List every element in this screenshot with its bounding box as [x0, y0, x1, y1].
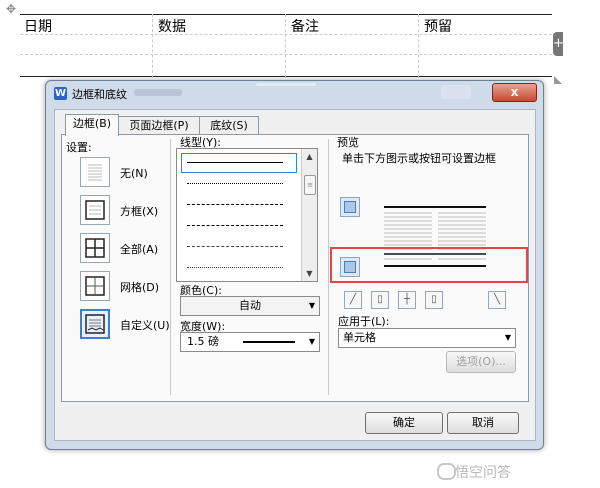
setting-custom-icon[interactable] — [80, 309, 110, 339]
border-top-icon — [344, 201, 356, 213]
blurred-title-button — [441, 85, 471, 99]
setting-box-glyph — [85, 200, 105, 220]
line-style-dotted[interactable] — [187, 183, 283, 184]
document-table: 日期 数据 备注 预留 — [20, 14, 552, 78]
setting-all-glyph — [85, 238, 105, 258]
chevron-down-icon: ▼ — [504, 333, 511, 342]
table-move-handle[interactable]: ✥ — [6, 2, 16, 16]
setting-grid-label[interactable]: 网格(D) — [120, 279, 159, 295]
line-style-dashed[interactable] — [187, 204, 283, 205]
line-style-selection[interactable] — [181, 153, 297, 173]
tab-borders[interactable]: 边框(B) — [65, 114, 119, 136]
setting-custom-glyph — [85, 314, 105, 334]
setting-box-icon[interactable] — [80, 195, 110, 225]
blurred-title-text — [134, 89, 182, 96]
right-border-icon[interactable]: ▯ — [425, 291, 443, 309]
chevron-down-icon: ▼ — [308, 301, 315, 310]
table-col-line — [418, 14, 419, 78]
line-style-long-dash[interactable] — [187, 225, 283, 226]
borders-shading-dialog: W 边框和底纹 x 边框(B) 页面边框(P) 底纹(S) 设置: 无(N) 方… — [45, 80, 544, 450]
setting-none-glyph — [88, 164, 102, 181]
highlight-annotation-box — [330, 247, 528, 283]
scroll-down-icon[interactable]: ▼ — [304, 268, 315, 279]
tab-shading[interactable]: 底纹(S) — [199, 116, 259, 135]
line-style-dash-dot[interactable] — [187, 246, 283, 247]
table-border-bottom — [20, 76, 552, 77]
preview-label: 预览 — [337, 136, 359, 149]
add-column-button[interactable]: + — [553, 32, 564, 56]
options-button[interactable]: 选项(O)... — [446, 351, 516, 373]
setting-custom-label[interactable]: 自定义(U) — [120, 317, 170, 333]
left-border-icon[interactable]: ▯ — [371, 291, 389, 309]
color-value: 自动 — [239, 299, 261, 312]
apply-to-dropdown[interactable]: 单元格 ▼ — [338, 328, 516, 348]
column-divider — [170, 139, 171, 395]
line-style-solid[interactable] — [187, 162, 283, 163]
column-divider — [328, 139, 329, 395]
diagonal-down-border-icon[interactable]: ╱ — [344, 291, 362, 309]
table-header-cell[interactable]: 日期 — [24, 16, 52, 36]
table-header-cell[interactable]: 备注 — [291, 16, 319, 36]
color-dropdown[interactable]: 自动 ▼ — [180, 296, 320, 316]
table-row-line — [20, 34, 552, 35]
inside-vertical-border-icon[interactable]: ┼ — [398, 291, 416, 309]
watermark-logo-icon — [437, 463, 456, 480]
dialog-titlebar[interactable]: W 边框和底纹 x — [46, 81, 543, 103]
tab-page-borders[interactable]: 页面边框(P) — [118, 116, 200, 135]
watermark-text: 悟空问答 — [455, 465, 511, 481]
setting-box-label[interactable]: 方框(X) — [120, 203, 158, 219]
setting-grid-icon[interactable] — [80, 271, 110, 301]
width-line-sample — [243, 341, 295, 343]
dialog-content: 边框(B) 页面边框(P) 底纹(S) 设置: 无(N) 方框(X) 全部(A)… — [54, 109, 536, 441]
line-style-dash-dot-dot[interactable] — [187, 267, 283, 268]
setting-none-icon[interactable] — [80, 157, 110, 187]
apply-to-label: 应用于(L): — [338, 315, 390, 328]
table-resize-handle[interactable] — [554, 76, 562, 84]
preview-hint: 单击下方图示或按钮可设置边框 — [342, 152, 496, 165]
setting-all-label[interactable]: 全部(A) — [120, 241, 158, 257]
dialog-title: 边框和底纹 — [72, 88, 127, 101]
table-header-cell[interactable]: 数据 — [158, 16, 186, 36]
borders-tab-panel: 设置: 无(N) 方框(X) 全部(A) 网格(D) 自定义(U) 线型(Y):… — [61, 134, 529, 402]
table-col-line — [152, 14, 153, 78]
top-border-button[interactable] — [340, 197, 360, 217]
ok-button[interactable]: 确定 — [365, 412, 443, 434]
table-border-top — [20, 14, 552, 15]
cancel-button[interactable]: 取消 — [447, 412, 519, 434]
scroll-thumb[interactable]: ≡ — [304, 175, 316, 195]
chevron-down-icon: ▼ — [308, 337, 315, 346]
settings-label: 设置: — [66, 141, 92, 154]
width-dropdown[interactable]: 1.5 磅 ▼ — [180, 332, 320, 352]
table-col-line — [285, 14, 286, 78]
close-button[interactable]: x — [492, 83, 537, 102]
line-style-list[interactable]: ▲ ≡ ▼ — [176, 148, 318, 282]
apply-to-value: 单元格 — [343, 331, 376, 344]
table-header-cell[interactable]: 预留 — [424, 16, 452, 36]
setting-all-icon[interactable] — [80, 233, 110, 263]
blurred-title-text — [256, 83, 316, 86]
setting-grid-glyph — [85, 276, 105, 296]
setting-none-label[interactable]: 无(N) — [120, 165, 148, 181]
wps-app-icon: W — [54, 87, 67, 100]
diagonal-up-border-icon[interactable]: ╲ — [488, 291, 506, 309]
width-value: 1.5 磅 — [187, 335, 219, 348]
line-style-scrollbar[interactable]: ▲ ≡ ▼ — [301, 149, 317, 281]
scroll-up-icon[interactable]: ▲ — [304, 151, 315, 162]
table-row-line — [20, 54, 552, 55]
